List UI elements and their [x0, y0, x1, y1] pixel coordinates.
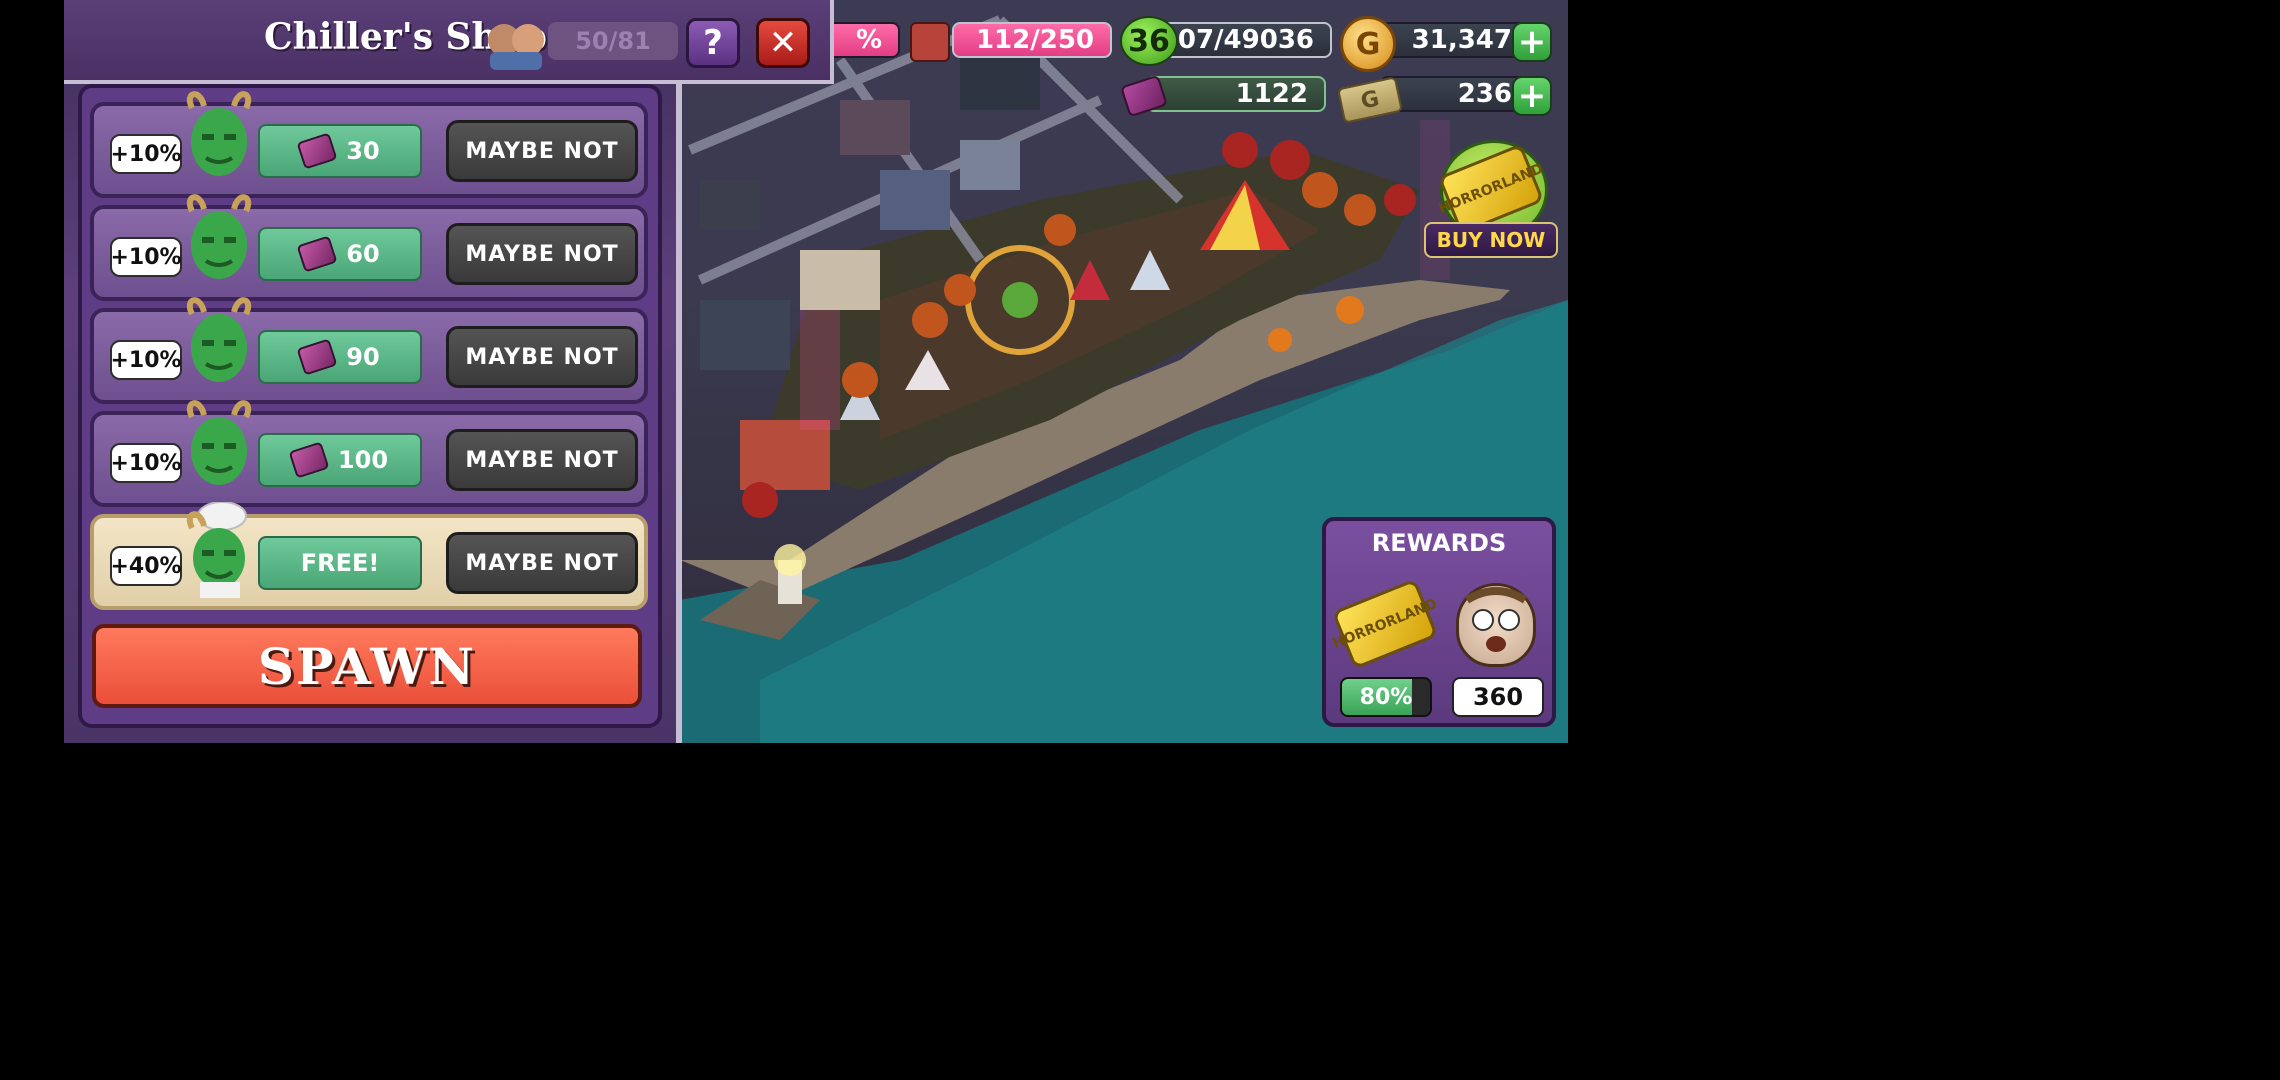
- add-coins-button[interactable]: +: [1512, 22, 1552, 62]
- chef-demon-avatar-icon: [186, 502, 247, 598]
- claim-free-button[interactable]: FREE!: [258, 536, 422, 590]
- spawn-label: SPAWN: [257, 636, 477, 696]
- coin-symbol: G: [1355, 26, 1381, 62]
- capacity-counter: 50/81: [548, 22, 678, 60]
- shop-row: +10% 100 MAYBE NOT: [90, 400, 648, 507]
- demon-avatar-icon: [186, 400, 252, 485]
- buy-with-tickets-button[interactable]: 90: [258, 330, 422, 384]
- shop-row-special: +40% FREE! MAYBE NOT: [90, 502, 648, 610]
- zombie-face-icon: [1456, 583, 1536, 667]
- price-value: 60: [346, 240, 380, 268]
- ticket-icon: [296, 235, 338, 273]
- maybe-not-label: MAYBE NOT: [465, 447, 619, 473]
- bonus-tag: +10%: [110, 134, 182, 174]
- maybe-not-button[interactable]: MAYBE NOT: [446, 429, 638, 491]
- capacity-value: 50/81: [575, 27, 651, 55]
- left-letterbox: [0, 0, 64, 743]
- buy-with-tickets-button[interactable]: 100: [258, 433, 422, 487]
- partial-meter-value: %: [855, 25, 882, 55]
- reward-ticket-text: HORRORLAND: [1330, 595, 1440, 653]
- shop-row: +10% 30 MAYBE NOT: [90, 91, 648, 198]
- close-button[interactable]: ✕: [756, 18, 810, 68]
- reward-progress-bar: 80%: [1340, 677, 1432, 717]
- bonus-value: +10%: [110, 347, 182, 373]
- bonus-value: +10%: [110, 450, 182, 476]
- maybe-not-label: MAYBE NOT: [465, 344, 619, 370]
- bonus-value: +40%: [110, 553, 182, 579]
- price-value: 90: [346, 343, 380, 371]
- plus-icon: +: [1517, 22, 1547, 62]
- tickets-value: 1122: [1235, 79, 1308, 109]
- mailbox-icon: [910, 22, 950, 62]
- price-value: 30: [346, 137, 380, 165]
- xp-meter: 42007/49036: [1124, 22, 1332, 58]
- ticket-icon: [288, 441, 330, 479]
- maybe-not-label: MAYBE NOT: [465, 550, 619, 576]
- panel-divider: [676, 84, 682, 743]
- question-icon: ?: [703, 23, 723, 63]
- buy-now-button[interactable]: BUY NOW: [1424, 222, 1558, 258]
- add-cash-button[interactable]: +: [1512, 76, 1552, 116]
- level-badge[interactable]: 36: [1120, 16, 1178, 66]
- buy-now-label: BUY NOW: [1436, 228, 1546, 252]
- coins-value: 31,347: [1411, 25, 1512, 55]
- zombie-face-detail: [1464, 587, 1528, 652]
- population-value: 112/250: [975, 25, 1094, 55]
- maybe-not-button[interactable]: MAYBE NOT: [446, 223, 638, 285]
- buy-with-tickets-button[interactable]: 30: [258, 124, 422, 178]
- level-value: 36: [1128, 23, 1170, 59]
- bonus-tag: +10%: [110, 340, 182, 380]
- demon-avatar-icon: [186, 91, 252, 176]
- buy-with-tickets-button[interactable]: 60: [258, 227, 422, 281]
- demon-avatar-icon: [186, 194, 252, 279]
- shop-row: +10% 60 MAYBE NOT: [90, 194, 648, 301]
- close-icon: ✕: [768, 23, 798, 63]
- maybe-not-button[interactable]: MAYBE NOT: [446, 532, 638, 594]
- shop-row: +10% 90 MAYBE NOT: [90, 297, 648, 404]
- golden-ticket-icon: HORRORLAND: [1330, 578, 1440, 670]
- demon-avatar-icon: [186, 297, 252, 382]
- ticket-icon: [296, 132, 338, 170]
- help-button[interactable]: ?: [686, 18, 740, 68]
- cash-value: 236: [1457, 79, 1512, 109]
- plus-icon: +: [1517, 76, 1547, 116]
- residents-icon: [488, 24, 544, 70]
- maybe-not-button[interactable]: MAYBE NOT: [446, 120, 638, 182]
- tickets-meter: 1122: [1146, 76, 1326, 112]
- maybe-not-button[interactable]: MAYBE NOT: [446, 326, 638, 388]
- bonus-tag: +10%: [110, 443, 182, 483]
- bonus-tag: +10%: [110, 237, 182, 277]
- reward-count-value: 360: [1472, 683, 1524, 711]
- maybe-not-label: MAYBE NOT: [465, 241, 619, 267]
- rewards-title: REWARDS: [1371, 529, 1507, 557]
- game-screen: % 112/250 42007/49036 36 31,347 G + 1122…: [0, 0, 1568, 743]
- population-meter: 112/250: [952, 22, 1112, 58]
- bonus-value: +10%: [110, 141, 182, 167]
- cash-symbol: G: [1358, 85, 1382, 115]
- price-value: 100: [337, 446, 389, 474]
- reward-count: 360: [1452, 677, 1544, 717]
- bonus-tag: +40%: [110, 546, 182, 586]
- ticket-icon: [296, 338, 338, 376]
- reward-progress-label: 80%: [1359, 684, 1413, 710]
- spawn-button[interactable]: SPAWN: [92, 624, 642, 708]
- bonus-value: +10%: [110, 244, 182, 270]
- cash-meter: 236: [1380, 76, 1530, 112]
- coin-icon: G: [1340, 16, 1396, 72]
- rewards-panel[interactable]: REWARDS HORRORLAND 80% 360: [1322, 517, 1556, 727]
- coins-meter: 31,347: [1380, 22, 1530, 58]
- maybe-not-label: MAYBE NOT: [465, 138, 619, 164]
- free-label: FREE!: [300, 549, 380, 577]
